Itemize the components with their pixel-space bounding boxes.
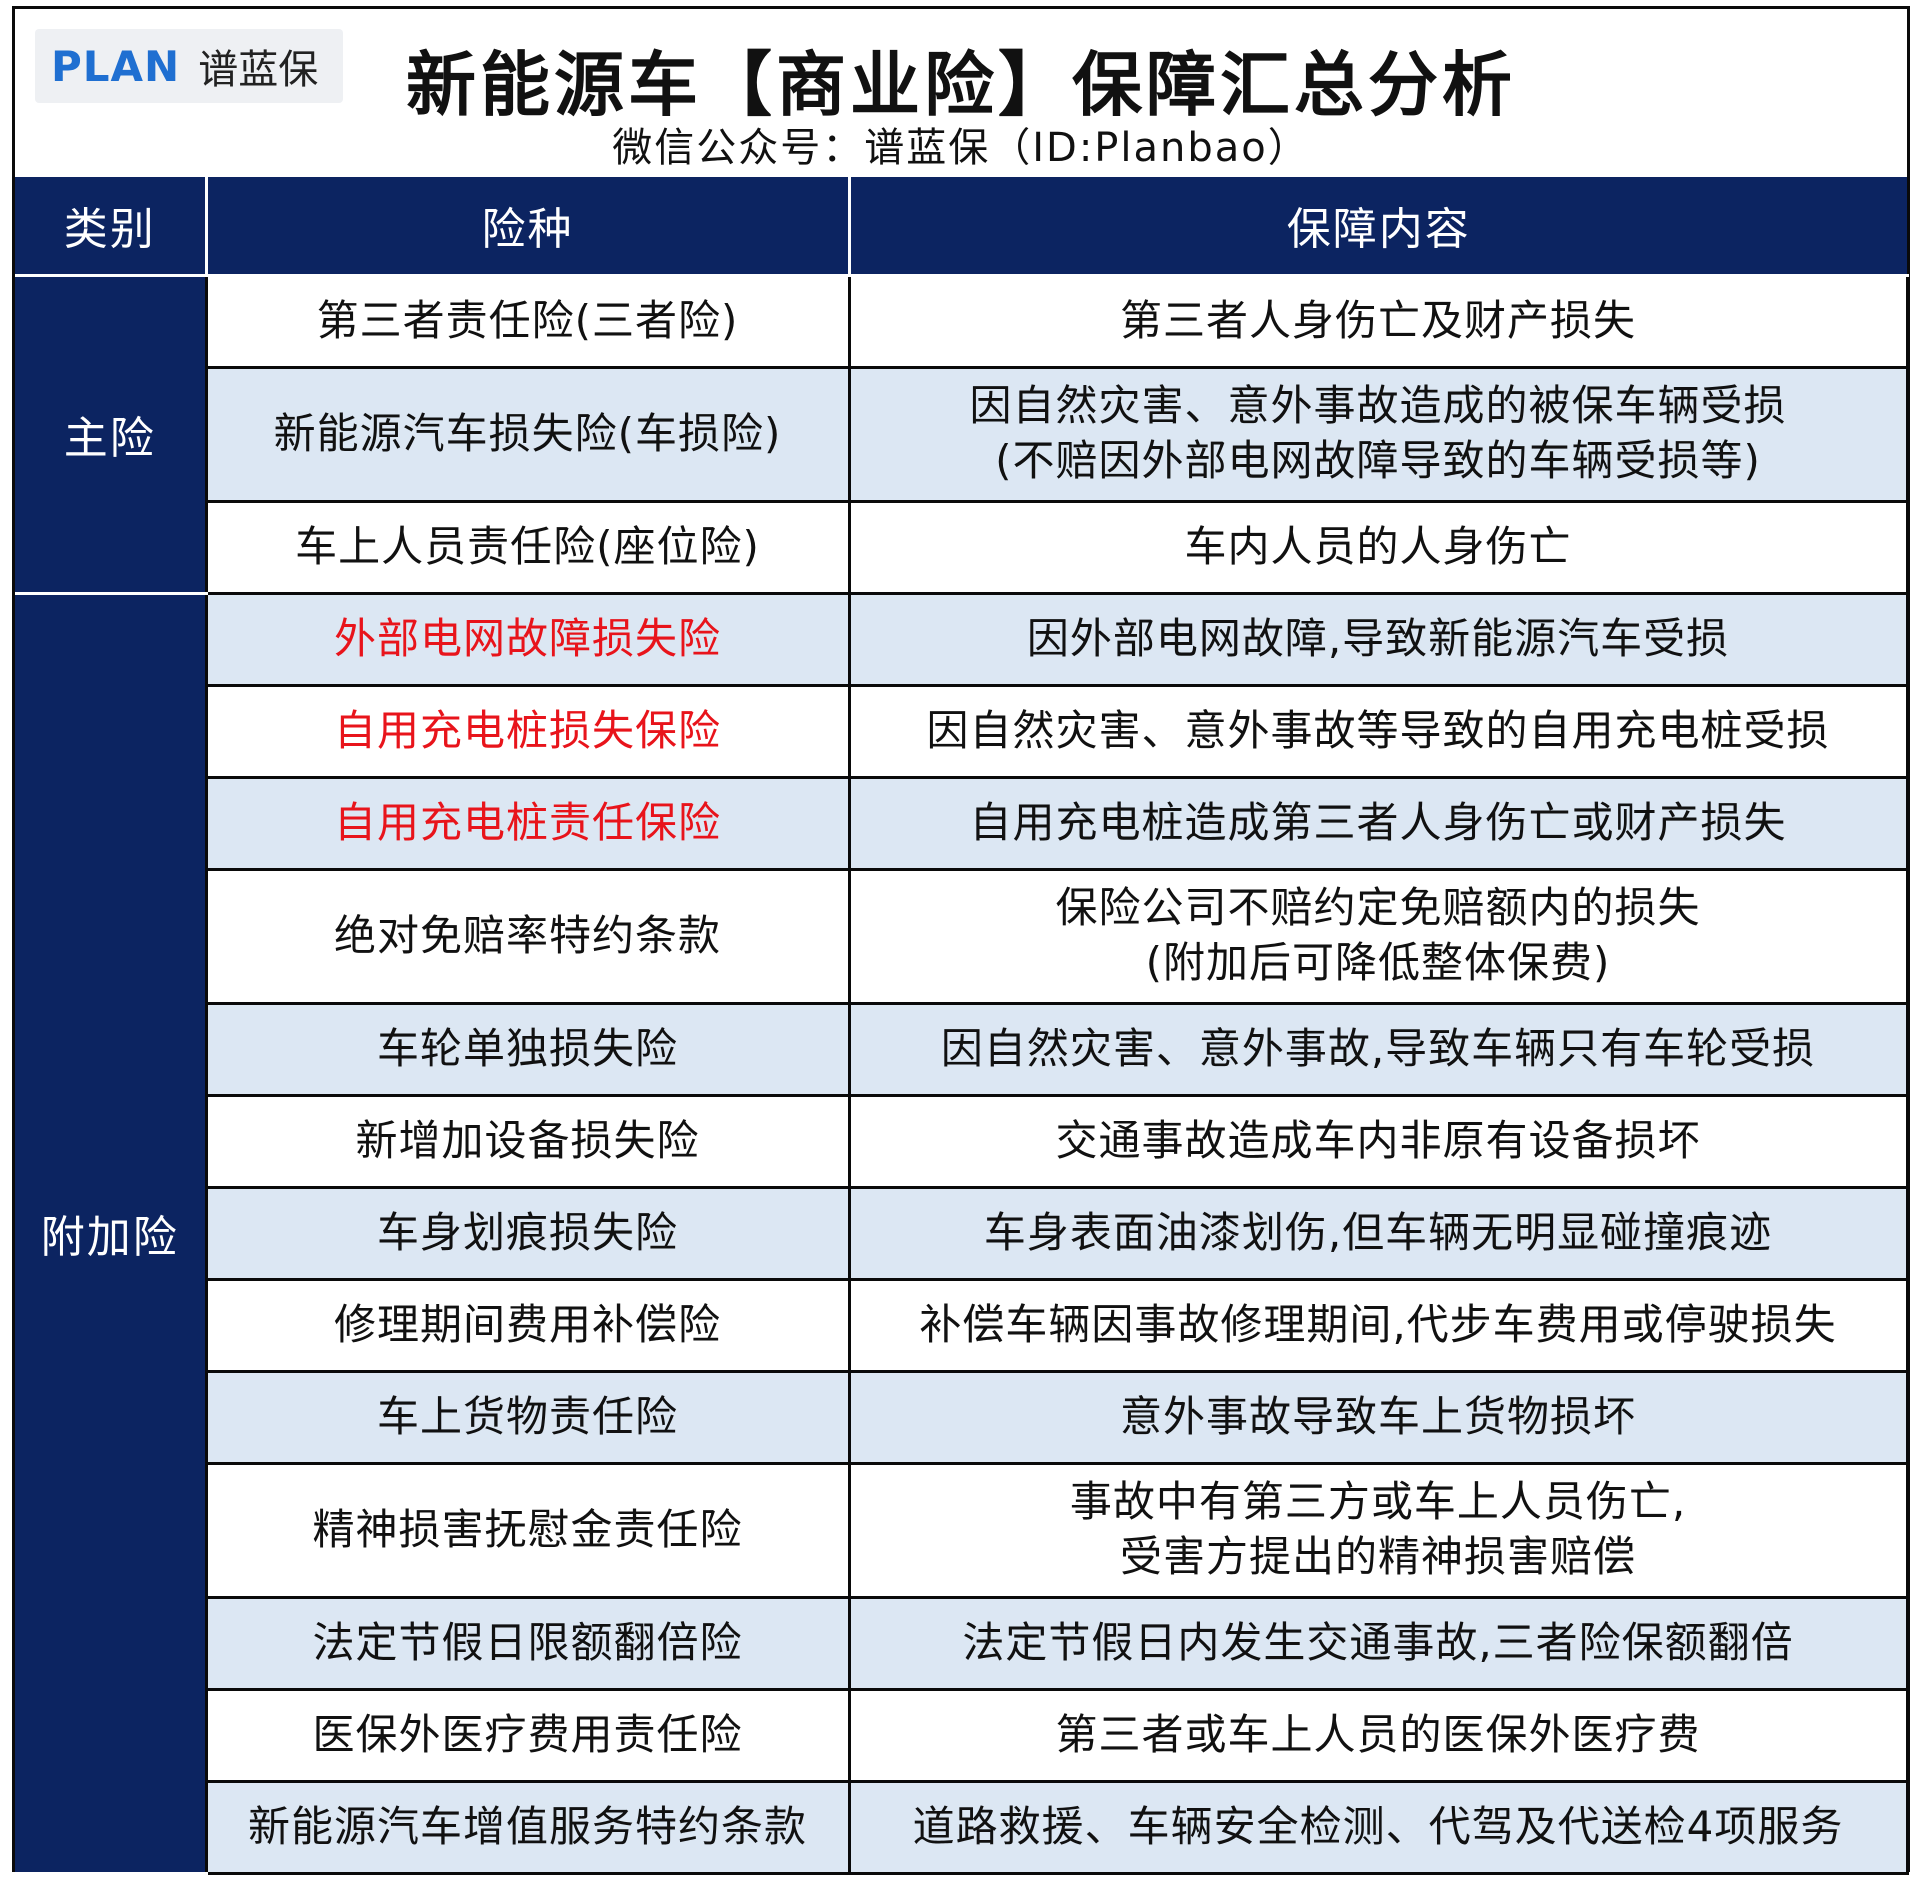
coverage-cell: 因自然灾害、意外事故,导致车辆只有车轮受损 — [847, 1001, 1909, 1097]
insurance-type-cell: 第三者责任险(三者险) — [204, 273, 851, 369]
insurance-summary-sheet: PLAN 谱蓝保 新能源车【商业险】保障汇总分析 微信公众号：谱蓝保（ID:Pl… — [12, 6, 1910, 1875]
coverage-cell: 意外事故导致车上货物损坏 — [847, 1369, 1909, 1465]
coverage-line: 因外部电网故障,导致新能源汽车受损 — [1026, 613, 1730, 663]
column-header-coverage: 保障内容 — [847, 177, 1907, 277]
coverage-line: 车身表面油漆划伤,但车辆无明显碰撞痕迹 — [983, 1207, 1773, 1257]
table-row: 主险 第三者责任险(三者险) 第三者人身伤亡及财产损失 — [15, 273, 1909, 595]
insurance-type-cell: 精神损害抚慰金责任险 — [204, 1461, 851, 1599]
coverage-line: 因自然灾害、意外事故等导致的自用充电桩受损 — [926, 705, 1830, 755]
coverage-line: 自用充电桩造成第三者人身伤亡或财产损失 — [969, 797, 1787, 847]
table-row: 医保外医疗费用责任险 第三者或车上人员的医保外医疗费 — [15, 1687, 1909, 1783]
table-row: 新增加设备损失险 交通事故造成车内非原有设备损坏 — [15, 1093, 1909, 1189]
coverage-cell: 自用充电桩造成第三者人身伤亡或财产损失 — [847, 775, 1909, 871]
page-subtitle: 微信公众号：谱蓝保（ID:Planbao） — [612, 125, 1310, 171]
coverage-line: 保险公司不赔约定免赔额内的损失 — [1055, 883, 1701, 933]
insurance-type-cell: 车身划痕损失险 — [204, 1185, 851, 1281]
coverage-line: 第三者或车上人员的医保外医疗费 — [1055, 1709, 1701, 1759]
table-row: 自用充电桩责任保险 自用充电桩造成第三者人身伤亡或财产损失 — [15, 775, 1909, 871]
table-row: 车轮单独损失险 因自然灾害、意外事故,导致车辆只有车轮受损 — [15, 1001, 1909, 1097]
coverage-line: 补偿车辆因事故修理期间,代步车费用或停驶损失 — [919, 1299, 1837, 1349]
category-cell-additional: 附加险 — [15, 593, 206, 1875]
insurance-type-cell: 绝对免赔率特约条款 — [204, 867, 851, 1005]
insurance-type-cell: 新能源汽车损失险(车损险) — [204, 365, 851, 503]
table-header-row: 类别 险种 保障内容 — [15, 177, 1907, 277]
coverage-cell: 事故中有第三方或车上人员伤亡, 受害方提出的精神损害赔偿 — [847, 1461, 1909, 1599]
coverage-line: 第三者人身伤亡及财产损失 — [1119, 295, 1636, 345]
insurance-type-cell: 车上人员责任险(座位险) — [204, 499, 851, 595]
column-header-type: 险种 — [204, 177, 851, 277]
insurance-type-cell: 自用充电桩损失保险 — [204, 683, 851, 779]
coverage-cell: 因自然灾害、意外事故造成的被保车辆受损 (不赔因外部电网故障导致的车辆受损等) — [847, 365, 1909, 503]
table-row: 修理期间费用补偿险 补偿车辆因事故修理期间,代步车费用或停驶损失 — [15, 1277, 1909, 1373]
coverage-cell: 车内人员的人身伤亡 — [847, 499, 1909, 595]
coverage-line: 事故中有第三方或车上人员伤亡, — [1069, 1477, 1687, 1527]
insurance-type-cell: 新能源汽车增值服务特约条款 — [204, 1779, 851, 1875]
coverage-cell: 车身表面油漆划伤,但车辆无明显碰撞痕迹 — [847, 1185, 1909, 1281]
column-header-category: 类别 — [15, 177, 208, 277]
insurance-type-cell: 医保外医疗费用责任险 — [204, 1687, 851, 1783]
coverage-cell: 第三者或车上人员的医保外医疗费 — [847, 1687, 1909, 1783]
table-row: 精神损害抚慰金责任险 事故中有第三方或车上人员伤亡, 受害方提出的精神损害赔偿 — [15, 1461, 1909, 1599]
coverage-cell: 道路救援、车辆安全检测、代驾及代送检4项服务 — [847, 1779, 1909, 1875]
coverage-line: 法定节假日内发生交通事故,三者险保额翻倍 — [962, 1617, 1794, 1667]
insurance-type-cell: 新增加设备损失险 — [204, 1093, 851, 1189]
insurance-type-cell: 法定节假日限额翻倍险 — [204, 1595, 851, 1691]
coverage-line: 受害方提出的精神损害赔偿 — [1119, 1532, 1636, 1581]
coverage-cell: 第三者人身伤亡及财产损失 — [847, 273, 1909, 369]
insurance-type-cell: 外部电网故障损失险 — [204, 591, 851, 687]
insurance-type-cell: 车轮单独损失险 — [204, 1001, 851, 1097]
coverage-line: 交通事故造成车内非原有设备损坏 — [1055, 1115, 1701, 1165]
table-row: 自用充电桩损失保险 因自然灾害、意外事故等导致的自用充电桩受损 — [15, 683, 1909, 779]
insurance-type-cell: 车上货物责任险 — [204, 1369, 851, 1465]
table-row: 新能源汽车增值服务特约条款 道路救援、车辆安全检测、代驾及代送检4项服务 — [15, 1779, 1909, 1875]
insurance-type-cell: 自用充电桩责任保险 — [204, 775, 851, 871]
table-row: 绝对免赔率特约条款 保险公司不赔约定免赔额内的损失 (附加后可降低整体保费) — [15, 867, 1909, 1005]
coverage-cell: 法定节假日内发生交通事故,三者险保额翻倍 — [847, 1595, 1909, 1691]
coverage-cell: 保险公司不赔约定免赔额内的损失 (附加后可降低整体保费) — [847, 867, 1909, 1005]
coverage-line: 意外事故导致车上货物损坏 — [1119, 1391, 1636, 1441]
table-row: 法定节假日限额翻倍险 法定节假日内发生交通事故,三者险保额翻倍 — [15, 1595, 1909, 1691]
coverage-cell: 补偿车辆因事故修理期间,代步车费用或停驶损失 — [847, 1277, 1909, 1373]
table-row: 车上货物责任险 意外事故导致车上货物损坏 — [15, 1369, 1909, 1465]
coverage-line: 因自然灾害、意外事故造成的被保车辆受损 — [969, 381, 1787, 431]
coverage-line: 车内人员的人身伤亡 — [1184, 521, 1572, 571]
table-row: 附加险 外部电网故障损失险 因外部电网故障,导致新能源汽车受损 — [15, 591, 1909, 1875]
coverage-line: 道路救援、车辆安全检测、代驾及代送检4项服务 — [912, 1801, 1844, 1851]
coverage-line: 因自然灾害、意外事故,导致车辆只有车轮受损 — [940, 1023, 1816, 1073]
table-row: 车上人员责任险(座位险) 车内人员的人身伤亡 — [15, 499, 1909, 595]
coverage-cell: 因自然灾害、意外事故等导致的自用充电桩受损 — [847, 683, 1909, 779]
coverage-cell: 交通事故造成车内非原有设备损坏 — [847, 1093, 1909, 1189]
table-row: 新能源汽车损失险(车损险) 因自然灾害、意外事故造成的被保车辆受损 (不赔因外部… — [15, 365, 1909, 503]
coverage-table: 类别 险种 保障内容 主险 第三者责任险(三者险) 第三者人身伤亡及财产损失 新… — [15, 177, 1909, 1875]
category-cell-main: 主险 — [15, 275, 206, 595]
coverage-line: (不赔因外部电网故障导致的车辆受损等) — [995, 436, 1761, 485]
page-header: PLAN 谱蓝保 新能源车【商业险】保障汇总分析 微信公众号：谱蓝保（ID:Pl… — [15, 9, 1907, 177]
coverage-line: (附加后可降低整体保费) — [1145, 938, 1611, 987]
coverage-cell: 因外部电网故障,导致新能源汽车受损 — [847, 591, 1909, 687]
table-row: 车身划痕损失险 车身表面油漆划伤,但车辆无明显碰撞痕迹 — [15, 1185, 1909, 1281]
insurance-type-cell: 修理期间费用补偿险 — [204, 1277, 851, 1373]
